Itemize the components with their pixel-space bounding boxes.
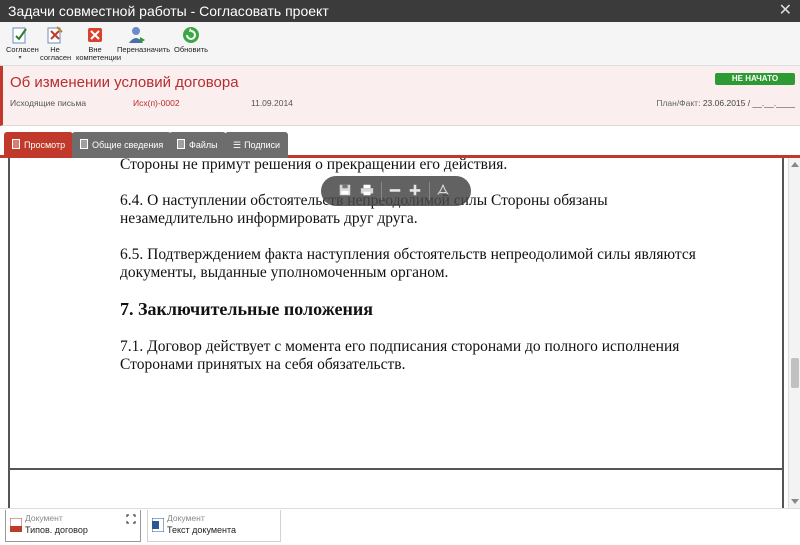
pdf-icon — [10, 518, 22, 532]
document-icon — [12, 139, 20, 149]
user-reassign-icon — [129, 27, 145, 43]
page-title: Об изменении условий договора — [10, 74, 239, 91]
expand-icon[interactable] — [126, 514, 136, 524]
scroll-down-icon[interactable] — [791, 499, 799, 504]
vertical-scrollbar[interactable] — [788, 158, 800, 508]
document-header: Об изменении условий договора Исходящие … — [0, 66, 800, 126]
planfact-label: План/Факт: — [656, 98, 701, 108]
paragraph-line: Стороны не примут решения о прекращении … — [120, 158, 508, 173]
info-card-icon — [80, 139, 88, 149]
divider — [429, 182, 430, 200]
disagree-label: Не согласен — [40, 45, 72, 62]
tab-view[interactable]: Просмотр — [4, 132, 74, 158]
tab-view-label: Просмотр — [24, 140, 66, 150]
pdf-icon[interactable] — [435, 183, 451, 199]
chevron-down-icon: ▾ — [18, 55, 22, 61]
scroll-up-icon[interactable] — [791, 162, 799, 167]
paragraph-6-5: 6.5. Подтверждением факта наступления об… — [120, 246, 696, 281]
status-badge: НЕ НАЧАТО — [715, 73, 795, 85]
scrollbar-thumb[interactable] — [791, 358, 799, 388]
zoom-in-icon[interactable] — [407, 183, 423, 199]
attachment-type: Документ — [167, 513, 205, 523]
attachment-type: Документ — [25, 513, 63, 523]
window-titlebar: Задачи совместной работы - Согласовать п… — [0, 0, 800, 22]
planfact: План/Факт: 23.06.2015 / __.__.____ — [656, 98, 795, 108]
disagree-button[interactable]: Не согласен — [40, 25, 72, 62]
file-icon — [177, 139, 185, 149]
refresh-icon — [183, 27, 199, 43]
section-heading: 7. Заключительные положения — [120, 299, 373, 319]
reassign-button[interactable]: Переназначить — [117, 25, 170, 54]
close-icon[interactable]: ✕ — [779, 0, 792, 22]
print-icon[interactable] — [359, 183, 375, 199]
attachment-name: Типов. договор — [25, 525, 88, 535]
attachment-item[interactable]: Документ Типов. договор — [5, 510, 141, 542]
tab-files-label: Файлы — [189, 140, 218, 150]
save-icon[interactable] — [337, 183, 353, 199]
list-icon: ☰ — [233, 140, 242, 150]
refresh-label: Обновить — [174, 45, 208, 54]
tab-signatures-label: Подписи — [244, 140, 281, 150]
toolbar: Согласен ▾ Не согласен Вне компетенции П… — [0, 22, 800, 66]
tab-signatures[interactable]: ☰ Подписи — [225, 132, 289, 158]
document-category: Исходящие письма — [10, 98, 87, 108]
tab-bar: Просмотр Общие сведения Файлы ☰ Подписи — [0, 126, 800, 158]
divider — [381, 182, 382, 200]
out-of-scope-button[interactable]: Вне компетенции — [76, 25, 122, 62]
attachments-bar: Документ Типов. договор Документ Текст д… — [0, 508, 800, 545]
zoom-out-icon[interactable] — [387, 183, 403, 199]
document-number: Исх(п)-0002 — [133, 98, 180, 108]
window-title: Задачи совместной работы - Согласовать п… — [8, 3, 329, 19]
agree-button[interactable]: Согласен ▾ — [6, 25, 39, 62]
attachment-item[interactable]: Документ Текст документа — [147, 510, 281, 542]
document-viewer[interactable]: Стороны не примут решения о прекращении … — [0, 158, 800, 510]
planfact-value: 23.06.2015 / __.__.____ — [702, 98, 795, 108]
next-document-page — [8, 470, 784, 510]
tab-general-info[interactable]: Общие сведения — [72, 132, 172, 158]
tab-files[interactable]: Файлы — [169, 132, 226, 158]
word-icon — [152, 518, 164, 532]
reject-icon — [88, 28, 102, 42]
reassign-label: Переназначить — [117, 45, 171, 54]
document-date: 11.09.2014 — [251, 98, 293, 108]
paragraph-7-1: 7.1. Договор действует с момента его под… — [120, 338, 680, 373]
agree-icon — [12, 27, 27, 44]
out-of-scope-label: Вне компетенции — [76, 45, 122, 62]
attachment-name: Текст документа — [167, 525, 237, 535]
tab-general-info-label: Общие сведения — [92, 140, 164, 150]
viewer-toolbar — [321, 176, 471, 206]
refresh-button[interactable]: Обновить — [174, 25, 208, 54]
disagree-icon — [47, 26, 63, 44]
agree-label: Согласен — [6, 45, 39, 54]
